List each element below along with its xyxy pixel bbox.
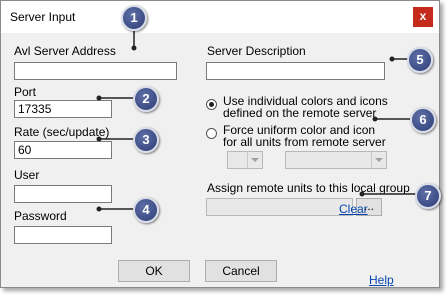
callout-2-dot xyxy=(96,95,102,101)
callout-2: 2 xyxy=(133,86,159,112)
callout-1-dot xyxy=(131,45,137,51)
callout-3: 3 xyxy=(133,127,159,153)
callout-7-dot xyxy=(359,191,365,197)
callout-7: 7 xyxy=(415,183,441,209)
callout-6-dot xyxy=(372,116,378,122)
callout-4-dot xyxy=(96,206,102,212)
callout-1: 1 xyxy=(121,5,147,31)
callout-5: 5 xyxy=(407,47,433,73)
callout-4: 4 xyxy=(133,197,159,223)
callout-6: 6 xyxy=(410,107,436,133)
callout-leader-lines xyxy=(96,19,419,212)
callout-3-dot xyxy=(96,136,102,142)
callout-5-dot xyxy=(389,56,395,62)
